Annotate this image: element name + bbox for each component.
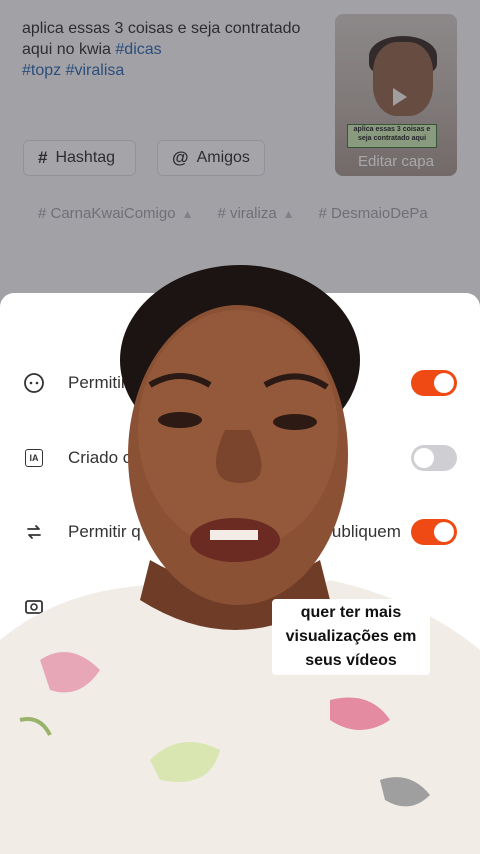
setting-label: Permitir [68, 373, 127, 392]
video-subtitle: quer ter mais visualizações em seus víde… [272, 599, 430, 675]
setting-label: Criado c [68, 448, 132, 467]
post-editor-page: aplica essas 3 coisas e seja contratado … [0, 0, 480, 854]
setting-label-tail: epubliquem [313, 522, 401, 541]
setting-row-ai-generated: IA Criado c [0, 438, 480, 478]
comment-icon [22, 371, 46, 395]
ai-generated-icon: IA [22, 446, 46, 470]
setting-row-comments: Permitir [0, 363, 480, 403]
setting-label: Permitir q [68, 522, 141, 541]
comments-toggle[interactable] [411, 370, 457, 396]
ai-generated-toggle[interactable] [411, 445, 457, 471]
repost-toggle[interactable] [411, 519, 457, 545]
repost-icon [22, 520, 46, 544]
camera-icon [22, 594, 46, 618]
setting-row-repost: Permitir q epubliquem [0, 512, 480, 552]
settings-bottom-sheet: Permitir IA Criado c Permitir q epubliqu… [0, 293, 480, 854]
